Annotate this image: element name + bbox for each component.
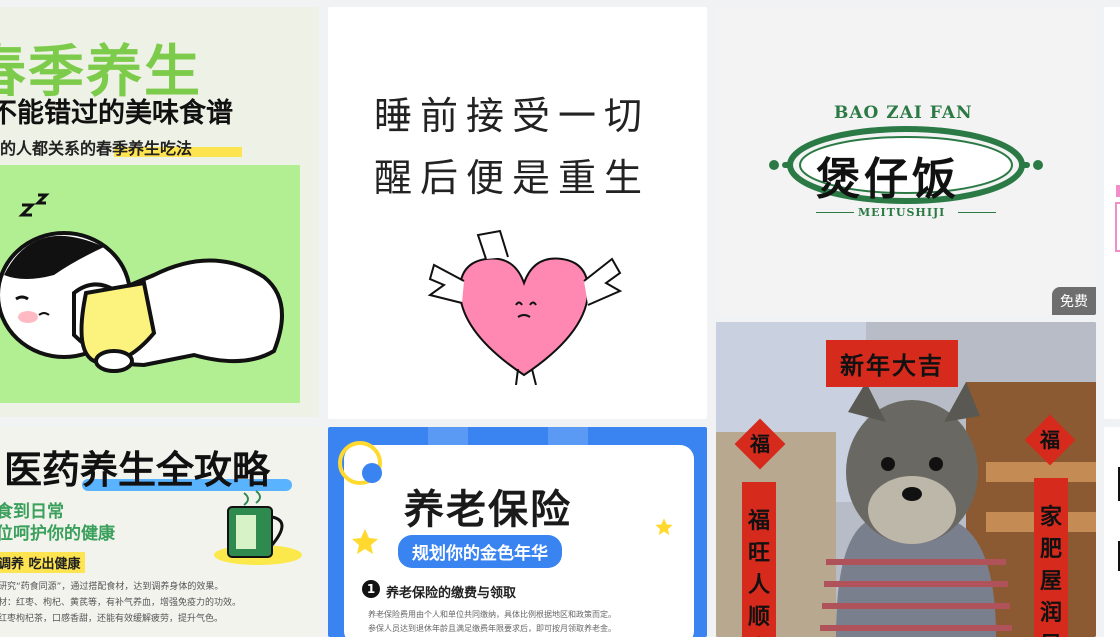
subtitle-pill: 规划你的金色年华 [398,535,562,568]
template-card-pension[interactable]: SHEBAO 养老保险 规划你的金色年华 1 养老保险的缴费与领取 养老保险费用… [328,427,707,637]
logo-chinese: 煲仔饭 [816,154,960,205]
quote-line-2: 醒后便是重生 [374,156,651,200]
heart-character-illustration [427,229,623,385]
section-number-badge: 1 [362,580,380,598]
logo-english-bottom: MEITUSHIJI [858,206,946,219]
circle-decoration-icon [338,441,382,485]
shebao-label: SHEBAO [614,455,661,466]
star-icon [352,529,378,554]
divider [816,212,854,213]
couplet-left: 福旺人顺幸 [742,482,776,637]
template-card-partial[interactable] [1104,7,1120,419]
fu-diamond-left: 福 [734,418,786,470]
paragraph-line: 养老保险费用由个人和单位共同缴纳，具体比例根据地区和政策而定。 [368,610,616,619]
card-title: 医药养生全攻略 [4,448,271,492]
divider [958,212,996,213]
couplet-right: 家肥屋润风 [1034,478,1068,637]
mug-icon [214,490,302,565]
paragraph-line: 研究“药食同源”，通过搭配食材，达到调养身体的效果。 [0,582,224,592]
template-card-quote[interactable]: 睡前接受一切 醒后便是重生 [328,7,707,419]
template-card-medicine[interactable]: 医药养生全攻略 食到日常 位呵护你的健康 调养 吃出健康 研究“药食同源”，通过… [0,427,319,637]
new-year-banner: 新年大吉 [826,340,958,387]
illustration-panel [0,165,300,403]
template-card-partial[interactable] [1104,427,1120,637]
card-description: 的人都关系的春季养生吃法 [0,139,193,158]
fu-diamond-right: 福 [1024,414,1076,466]
card-subtitle: 不能错过的美味食谱 [0,98,233,129]
quote-line-1: 睡前接受一切 [374,94,651,138]
card-title: 养老保险 [404,487,572,533]
paragraph-line: 红枣枸杞茶，口感香甜，还能有效缓解疲劳，提升气色。 [0,614,224,624]
paragraph-line: 参保人员达到退休年龄且满足缴费年限要求后，即可按月领取养老金。 [368,624,616,633]
template-card-new-year-dog[interactable]: 新年大吉 福 福 福旺人顺幸 家肥屋润风 [716,322,1096,637]
section-tag: 调养 吃出健康 [0,552,85,573]
free-badge: 免费 [1052,287,1096,315]
section-title: 养老保险的缴费与领取 [386,586,517,601]
paragraph-line: 材：红枣、枸杞、黄芪等，有补气养血，增强免疫力的功效。 [0,598,242,608]
partial-graphic [1118,467,1120,571]
card-subtitle-2: 位呵护你的健康 [0,524,115,544]
star-icon [655,518,673,535]
template-card-spring-health[interactable]: 春季养生 不能错过的美味食谱 的人都关系的春季养生吃法 [0,7,319,417]
sleeping-person-illustration [0,193,284,373]
template-card-logo[interactable]: BAO ZAI FAN 煲仔饭 MEITUSHIJI 免费 [716,7,1096,315]
partial-graphic [1115,185,1120,252]
logo-english-top: BAO ZAI FAN [834,103,973,123]
